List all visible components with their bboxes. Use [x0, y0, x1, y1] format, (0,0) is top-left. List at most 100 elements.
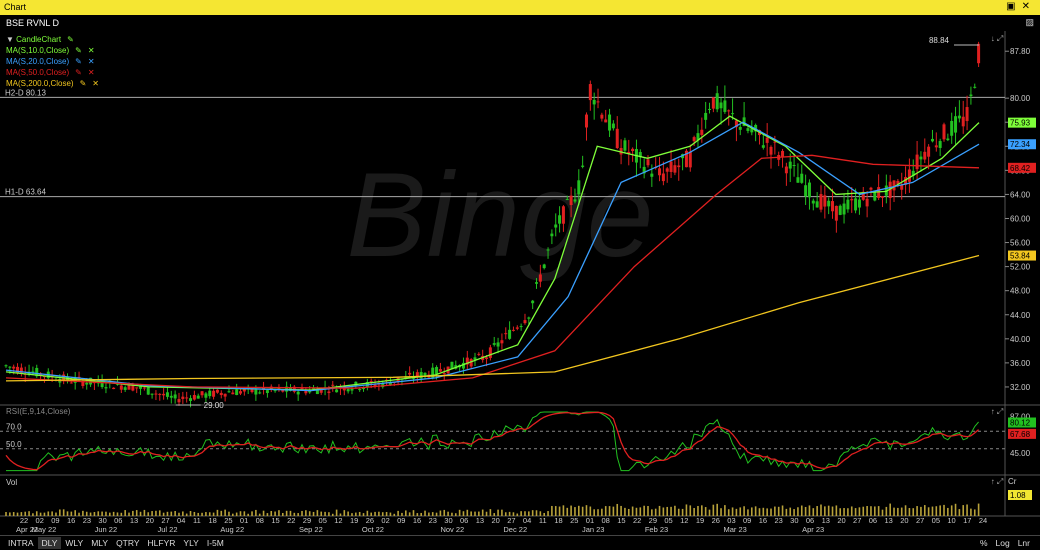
x-tick-label: 11 — [539, 516, 547, 525]
candle-body — [834, 205, 838, 221]
candle-body — [661, 173, 665, 182]
candle-body — [508, 329, 512, 339]
x-tick-label: 03 — [727, 516, 735, 525]
candle-body — [819, 194, 823, 210]
x-tick-label: 06 — [460, 516, 468, 525]
period-tab-yly[interactable]: YLY — [179, 537, 202, 549]
volume-bar — [358, 511, 361, 516]
pencil-icon[interactable]: ✎ — [75, 67, 82, 78]
candle-body — [869, 187, 873, 190]
volume-bar — [708, 509, 711, 516]
volume-bar — [720, 508, 722, 516]
scale-lnr-button[interactable]: Lnr — [1014, 537, 1034, 549]
candle-body — [831, 201, 835, 212]
vol-resize-icon: ↑ ⤢ — [991, 477, 1004, 486]
scale-log-button[interactable]: Log — [992, 537, 1014, 549]
candle-body — [738, 126, 742, 130]
close-icon[interactable]: ✕ — [88, 56, 95, 67]
close-icon[interactable]: ✕ — [92, 78, 99, 89]
volume-bar — [554, 506, 557, 516]
x-month-label: Nov 22 — [440, 525, 464, 534]
legend-ma50[interactable]: MA(S,50.0,Close) — [6, 68, 69, 77]
candle-body — [938, 141, 942, 148]
volume-bar — [923, 505, 926, 516]
candle-body — [346, 389, 350, 392]
legend-candle[interactable]: CandleChart — [16, 35, 61, 44]
volume-bar — [662, 507, 665, 516]
close-icon[interactable]: ✕ — [88, 45, 95, 56]
candle-body — [723, 100, 727, 112]
volume-bar — [735, 508, 738, 516]
volume-bar — [804, 506, 807, 516]
candle-body — [588, 84, 592, 101]
x-tick-label: 05 — [932, 516, 940, 525]
candle-body — [142, 387, 146, 389]
volume-bar — [28, 511, 30, 516]
candle-body — [123, 387, 127, 390]
pencil-icon[interactable]: ✎ — [75, 56, 82, 67]
volume-bar — [470, 511, 472, 516]
candle-body — [577, 180, 581, 195]
period-tab-intra[interactable]: INTRA — [4, 537, 38, 549]
volume-bar — [973, 509, 976, 516]
volume-bar — [647, 506, 649, 516]
x-tick-label: 17 — [963, 516, 971, 525]
close-icon[interactable]: ✕ — [88, 67, 95, 78]
horizontal-level-label: H2-D 80.13 — [5, 88, 46, 97]
pencil-icon[interactable]: ✎ — [75, 45, 82, 56]
candle-body — [162, 393, 166, 396]
legend-ma200[interactable]: MA(S,200.0,Close) — [6, 79, 74, 88]
legend-ma10[interactable]: MA(S,10.0,Close) — [6, 46, 69, 55]
x-tick-label: 15 — [271, 516, 279, 525]
x-tick-label: 23 — [774, 516, 782, 525]
candle-body — [708, 108, 712, 110]
window-controls[interactable]: ▣✕ — [1006, 1, 1036, 12]
volume-bar — [847, 508, 849, 516]
candle-body — [112, 387, 116, 390]
legend-ma20[interactable]: MA(S,20.0,Close) — [6, 57, 69, 66]
period-tab-wly[interactable]: WLY — [61, 537, 87, 549]
x-tick-label: 02 — [381, 516, 389, 525]
price-chart[interactable]: Binge87.8080.0076.0072.0068.0064.0060.00… — [0, 31, 1040, 535]
x-tick-label: 22 — [633, 516, 641, 525]
period-tab-dly[interactable]: DLY — [37, 537, 62, 549]
maximize-icon[interactable]: ▣ — [1006, 1, 1021, 12]
x-tick-label: 09 — [51, 516, 59, 525]
price-tick-label: 32.00 — [1010, 383, 1031, 392]
candle-body — [296, 391, 300, 395]
period-tab-qtry[interactable]: QTRY — [112, 537, 143, 549]
price-tick-label: 52.00 — [1010, 263, 1031, 272]
scale-percent-button[interactable]: % — [976, 537, 992, 549]
volume-bar — [520, 511, 522, 516]
period-tab-i-5m[interactable]: I-5M — [203, 537, 228, 549]
pencil-icon[interactable]: ✎ — [80, 78, 87, 89]
volume-bar — [843, 508, 845, 516]
candle-body — [215, 389, 219, 393]
volume-bar — [47, 511, 50, 516]
candle-body — [927, 146, 931, 157]
volume-bar — [724, 505, 726, 516]
x-tick-label: 24 — [979, 516, 987, 525]
x-month-label: Dec 22 — [503, 525, 527, 534]
volume-bar — [858, 507, 861, 516]
volume-bar — [927, 507, 930, 516]
candle-body — [504, 333, 508, 335]
low-annotation: 29.00 — [204, 401, 225, 410]
x-tick-label: 02 — [36, 516, 44, 525]
restore-icon[interactable]: ▨ — [1025, 17, 1034, 28]
pencil-icon[interactable]: ✎ — [67, 34, 74, 45]
volume-bar — [374, 511, 376, 516]
volume-bar — [16, 512, 19, 516]
close-icon[interactable]: ✕ — [1022, 1, 1036, 12]
price-tick-label: 64.00 — [1010, 190, 1031, 199]
x-tick-label: 13 — [130, 516, 138, 525]
candle-body — [423, 372, 427, 376]
period-tab-mly[interactable]: MLY — [87, 537, 112, 549]
volume-bar — [235, 512, 238, 516]
volume-bar — [362, 513, 365, 516]
period-tab-hlfyr[interactable]: HLFYR — [144, 537, 180, 549]
x-tick-label: 25 — [224, 516, 232, 525]
x-tick-label: 08 — [602, 516, 610, 525]
candle-body — [531, 300, 535, 304]
volume-bar — [281, 512, 284, 516]
